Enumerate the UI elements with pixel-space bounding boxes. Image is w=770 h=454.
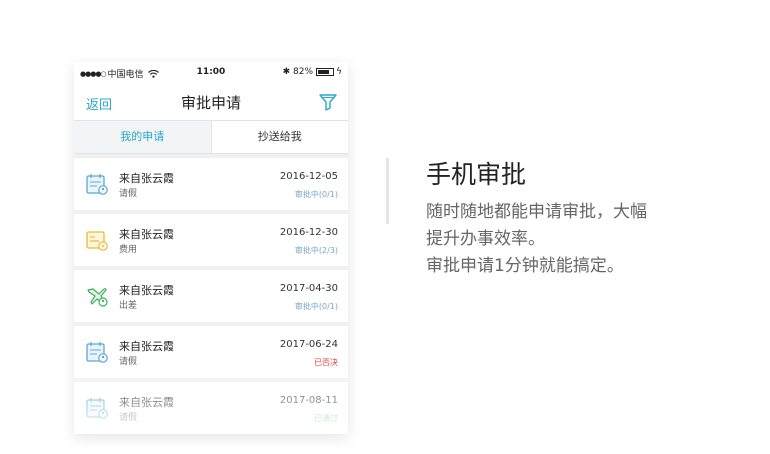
request-type: 请假 [119, 357, 138, 367]
request-type: 出差 [119, 301, 138, 311]
request-date: 2017-06-24 [279, 339, 338, 350]
request-list: 来自张云霞 请假 2016-12-05 审批中(0/1) ¥ 来自张云霞 费用 … [74, 154, 348, 434]
status-badge: 已通过 [314, 414, 338, 423]
phone-screen: ●●●●○ 中国电信 11:00 ✱ 82% ϟ 返回 审批申请 我的申请 抄送… [74, 62, 348, 434]
status-badge: 审批中(0/1) [294, 190, 338, 199]
status-badge: 已否决 [314, 358, 338, 367]
svg-text:¥: ¥ [101, 243, 105, 250]
leave-calendar-icon [86, 398, 108, 419]
leave-calendar-icon [86, 174, 108, 195]
status-badge: 审批中(0/1) [294, 302, 338, 311]
request-from: 来自张云霞 [119, 284, 174, 297]
navigation-bar: 返回 审批申请 [74, 84, 348, 120]
request-date: 2017-04-30 [279, 283, 338, 294]
request-from: 来自张云霞 [119, 172, 174, 185]
page-title: 审批申请 [180, 94, 241, 112]
tab-cc-to-me[interactable]: 抄送给我 [212, 121, 349, 153]
list-item[interactable]: ¥ 来自张云霞 费用 2016-12-30 审批中(2/3) [74, 214, 348, 266]
business-trip-plane-icon [87, 288, 108, 307]
feature-description: 随时随地都能申请审批，大幅 提升办事效率。 审批申请1分钟就能搞定。 [426, 199, 726, 280]
request-date: 2016-12-30 [279, 227, 338, 238]
charging-icon: ϟ [336, 67, 342, 77]
feature-line: 提升办事效率。 [426, 229, 545, 249]
list-item[interactable]: 来自张云霞 出差 2017-04-30 审批中(0/1) [74, 270, 348, 322]
feature-title: 手机审批 [426, 160, 527, 189]
funnel-icon[interactable] [318, 92, 338, 112]
feature-line: 随时随地都能申请审批，大幅 [426, 202, 647, 222]
feature-line: 审批申请1分钟就能搞定。 [426, 256, 624, 276]
bluetooth-icon: ✱ [282, 67, 291, 77]
request-type: 请假 [119, 189, 138, 199]
request-from: 来自张云霞 [119, 340, 174, 353]
request-from: 来自张云霞 [119, 228, 174, 241]
request-from: 来自张云霞 [119, 396, 174, 409]
tab-my-requests[interactable]: 我的申请 [74, 121, 212, 153]
tab-bar: 我的申请 抄送给我 [74, 120, 348, 154]
request-type: 请假 [119, 413, 138, 423]
status-bar: ●●●●○ 中国电信 11:00 ✱ 82% ϟ [74, 62, 348, 84]
list-item[interactable]: 来自张云霞 请假 2017-06-24 已否决 [74, 326, 348, 378]
list-item[interactable]: 来自张云霞 请假 2017-08-11 已通过 [74, 382, 348, 434]
battery-icon [316, 68, 335, 76]
request-date: 2017-08-11 [279, 395, 338, 406]
expense-receipt-icon: ¥ [86, 231, 108, 251]
request-type: 费用 [119, 245, 138, 255]
section-divider [386, 158, 389, 224]
status-badge: 审批中(2/3) [294, 246, 338, 255]
leave-calendar-icon [86, 342, 108, 363]
request-date: 2016-12-05 [279, 171, 338, 182]
battery-percent: 82% [293, 67, 314, 77]
list-item[interactable]: 来自张云霞 请假 2016-12-05 审批中(0/1) [74, 158, 348, 210]
